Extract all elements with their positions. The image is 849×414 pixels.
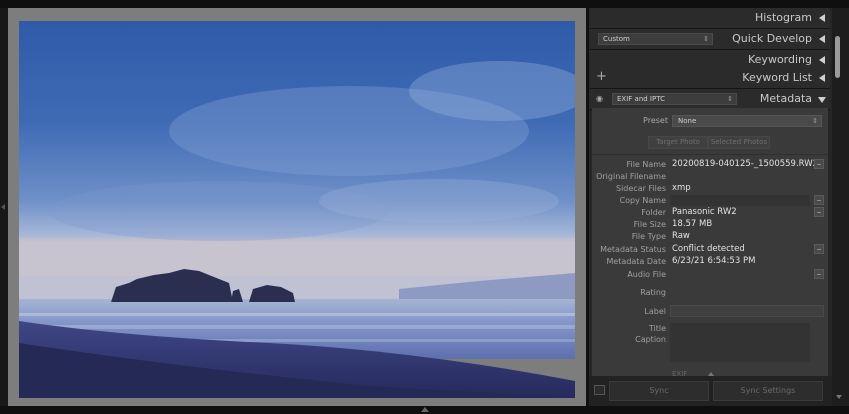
folder-label: Folder	[641, 208, 666, 217]
metadata-panel-body: Preset None ⇕ Target Photo Selected Phot…	[592, 108, 828, 376]
collapse-triangle-icon	[819, 74, 825, 82]
quick-develop-panel-header[interactable]: Custom ⇕ Quick Develop	[590, 29, 830, 50]
sync-button[interactable]: Sync	[609, 381, 709, 401]
stepper-arrows-icon: ⇕	[727, 95, 733, 103]
panel-scrollbar-thumb[interactable]	[835, 36, 840, 78]
metadata-status-value: Conflict detected	[672, 244, 745, 254]
metadata-panel-header[interactable]: ◉ EXIF and IPTC ⇕ Metadata	[590, 89, 830, 110]
selected-photos-button[interactable]: Selected Photos	[708, 136, 770, 149]
left-panel-toggle-icon[interactable]	[1, 204, 5, 210]
sidecar-files-label: Sidecar Files	[616, 184, 666, 193]
add-keyword-icon[interactable]: +	[596, 69, 607, 84]
collapse-triangle-icon	[819, 56, 825, 64]
seascape-photo	[19, 21, 575, 398]
file-name-label: File Name	[626, 160, 666, 169]
original-filename-row: Original Filename	[592, 172, 828, 184]
metadata-title: Metadata	[759, 92, 812, 105]
title-field[interactable]	[670, 323, 810, 334]
color-label-select[interactable]	[670, 305, 824, 317]
file-size-row: File Size 18.57 MB	[592, 219, 828, 232]
rating-label: Rating	[640, 288, 666, 297]
sidecar-files-value: xmp	[672, 183, 691, 193]
stepper-arrows-icon: ⇕	[703, 35, 709, 43]
bottom-panel-edge[interactable]	[0, 406, 849, 414]
copy-name-field[interactable]	[670, 195, 810, 206]
target-photo-button[interactable]: Target Photo	[648, 136, 708, 149]
sync-bar: Sync Sync Settings	[589, 376, 832, 406]
caption-label: Caption	[635, 335, 666, 344]
metadata-divider	[592, 154, 828, 155]
quick-develop-title: Quick Develop	[732, 32, 812, 45]
file-name-row: File Name 20200819-040125-_1500559.RW2	[592, 159, 828, 172]
target-selection-row: Target Photo Selected Photos	[592, 136, 828, 150]
rating-row: Rating	[592, 288, 828, 300]
file-size-value: 18.57 MB	[672, 219, 713, 229]
metadata-preset-row: Preset None ⇕	[592, 112, 828, 128]
title-label: Title	[648, 324, 666, 333]
stepper-arrows-icon: ⇕	[812, 117, 818, 125]
metadata-view-value: EXIF and IPTC	[617, 95, 665, 103]
audio-file-row: Audio File	[592, 269, 828, 282]
scroll-down-icon[interactable]	[836, 395, 842, 399]
resolve-conflict-icon[interactable]	[814, 244, 824, 254]
auto-sync-toggle[interactable]	[594, 385, 605, 395]
file-name-value[interactable]: 20200819-040125-_1500559.RW2	[672, 159, 818, 169]
copy-name-action-icon[interactable]	[814, 195, 824, 205]
label-label: Label	[644, 307, 666, 316]
metadata-view-select[interactable]: EXIF and IPTC ⇕	[612, 93, 737, 105]
file-type-value: Raw	[672, 231, 690, 241]
metadata-date-label: Metadata Date	[606, 257, 666, 266]
histogram-panel-header[interactable]: Histogram	[590, 8, 830, 29]
keyword-list-panel-header[interactable]: + Keyword List	[590, 68, 830, 89]
file-type-label: File Type	[631, 232, 666, 241]
folder-value: Panasonic RW2	[672, 207, 737, 217]
sync-settings-button[interactable]: Sync Settings	[713, 381, 823, 401]
filmstrip-toggle-icon[interactable]	[421, 407, 429, 412]
preset-label: Preset	[643, 116, 668, 125]
file-name-action-icon[interactable]	[814, 159, 824, 169]
quick-develop-preset-value: Custom	[603, 35, 630, 43]
panel-divider	[586, 8, 589, 406]
show-folder-icon[interactable]	[814, 207, 824, 217]
file-size-label: File Size	[633, 220, 666, 229]
top-panel-edge	[0, 0, 849, 8]
metadata-preset-value: None	[678, 117, 697, 125]
copy-name-label: Copy Name	[619, 196, 666, 205]
keyword-list-title: Keyword List	[742, 71, 812, 84]
panel-resize-icon[interactable]	[708, 372, 714, 376]
audio-file-label: Audio File	[627, 270, 666, 279]
keywording-title: Keywording	[748, 53, 812, 66]
label-row: Label	[592, 305, 828, 319]
audio-file-action-icon[interactable]	[814, 269, 824, 279]
loupe-viewer[interactable]	[8, 8, 586, 406]
caption-row: Caption	[592, 334, 828, 362]
left-panel-edge[interactable]	[0, 8, 8, 406]
caption-field[interactable]	[670, 334, 810, 362]
metadata-date-row: Metadata Date 6/23/21 6:54:53 PM	[592, 256, 828, 269]
metadata-date-value: 6/23/21 6:54:53 PM	[672, 256, 756, 266]
lightroom-library-window: Histogram Custom ⇕ Quick Develop Keyword…	[0, 0, 849, 414]
file-type-row: File Type Raw	[592, 231, 828, 244]
collapse-triangle-icon	[819, 14, 825, 22]
metadata-preset-select[interactable]: None ⇕	[672, 115, 822, 127]
histogram-title: Histogram	[754, 11, 812, 24]
quick-develop-preset-select[interactable]: Custom ⇕	[598, 33, 713, 45]
original-filename-label: Original Filename	[596, 172, 666, 181]
metadata-status-label: Metadata Status	[600, 245, 666, 254]
collapse-triangle-icon	[819, 35, 825, 43]
photo-preview[interactable]	[19, 21, 575, 398]
expanded-triangle-icon	[818, 97, 826, 103]
eye-icon[interactable]: ◉	[596, 94, 603, 103]
